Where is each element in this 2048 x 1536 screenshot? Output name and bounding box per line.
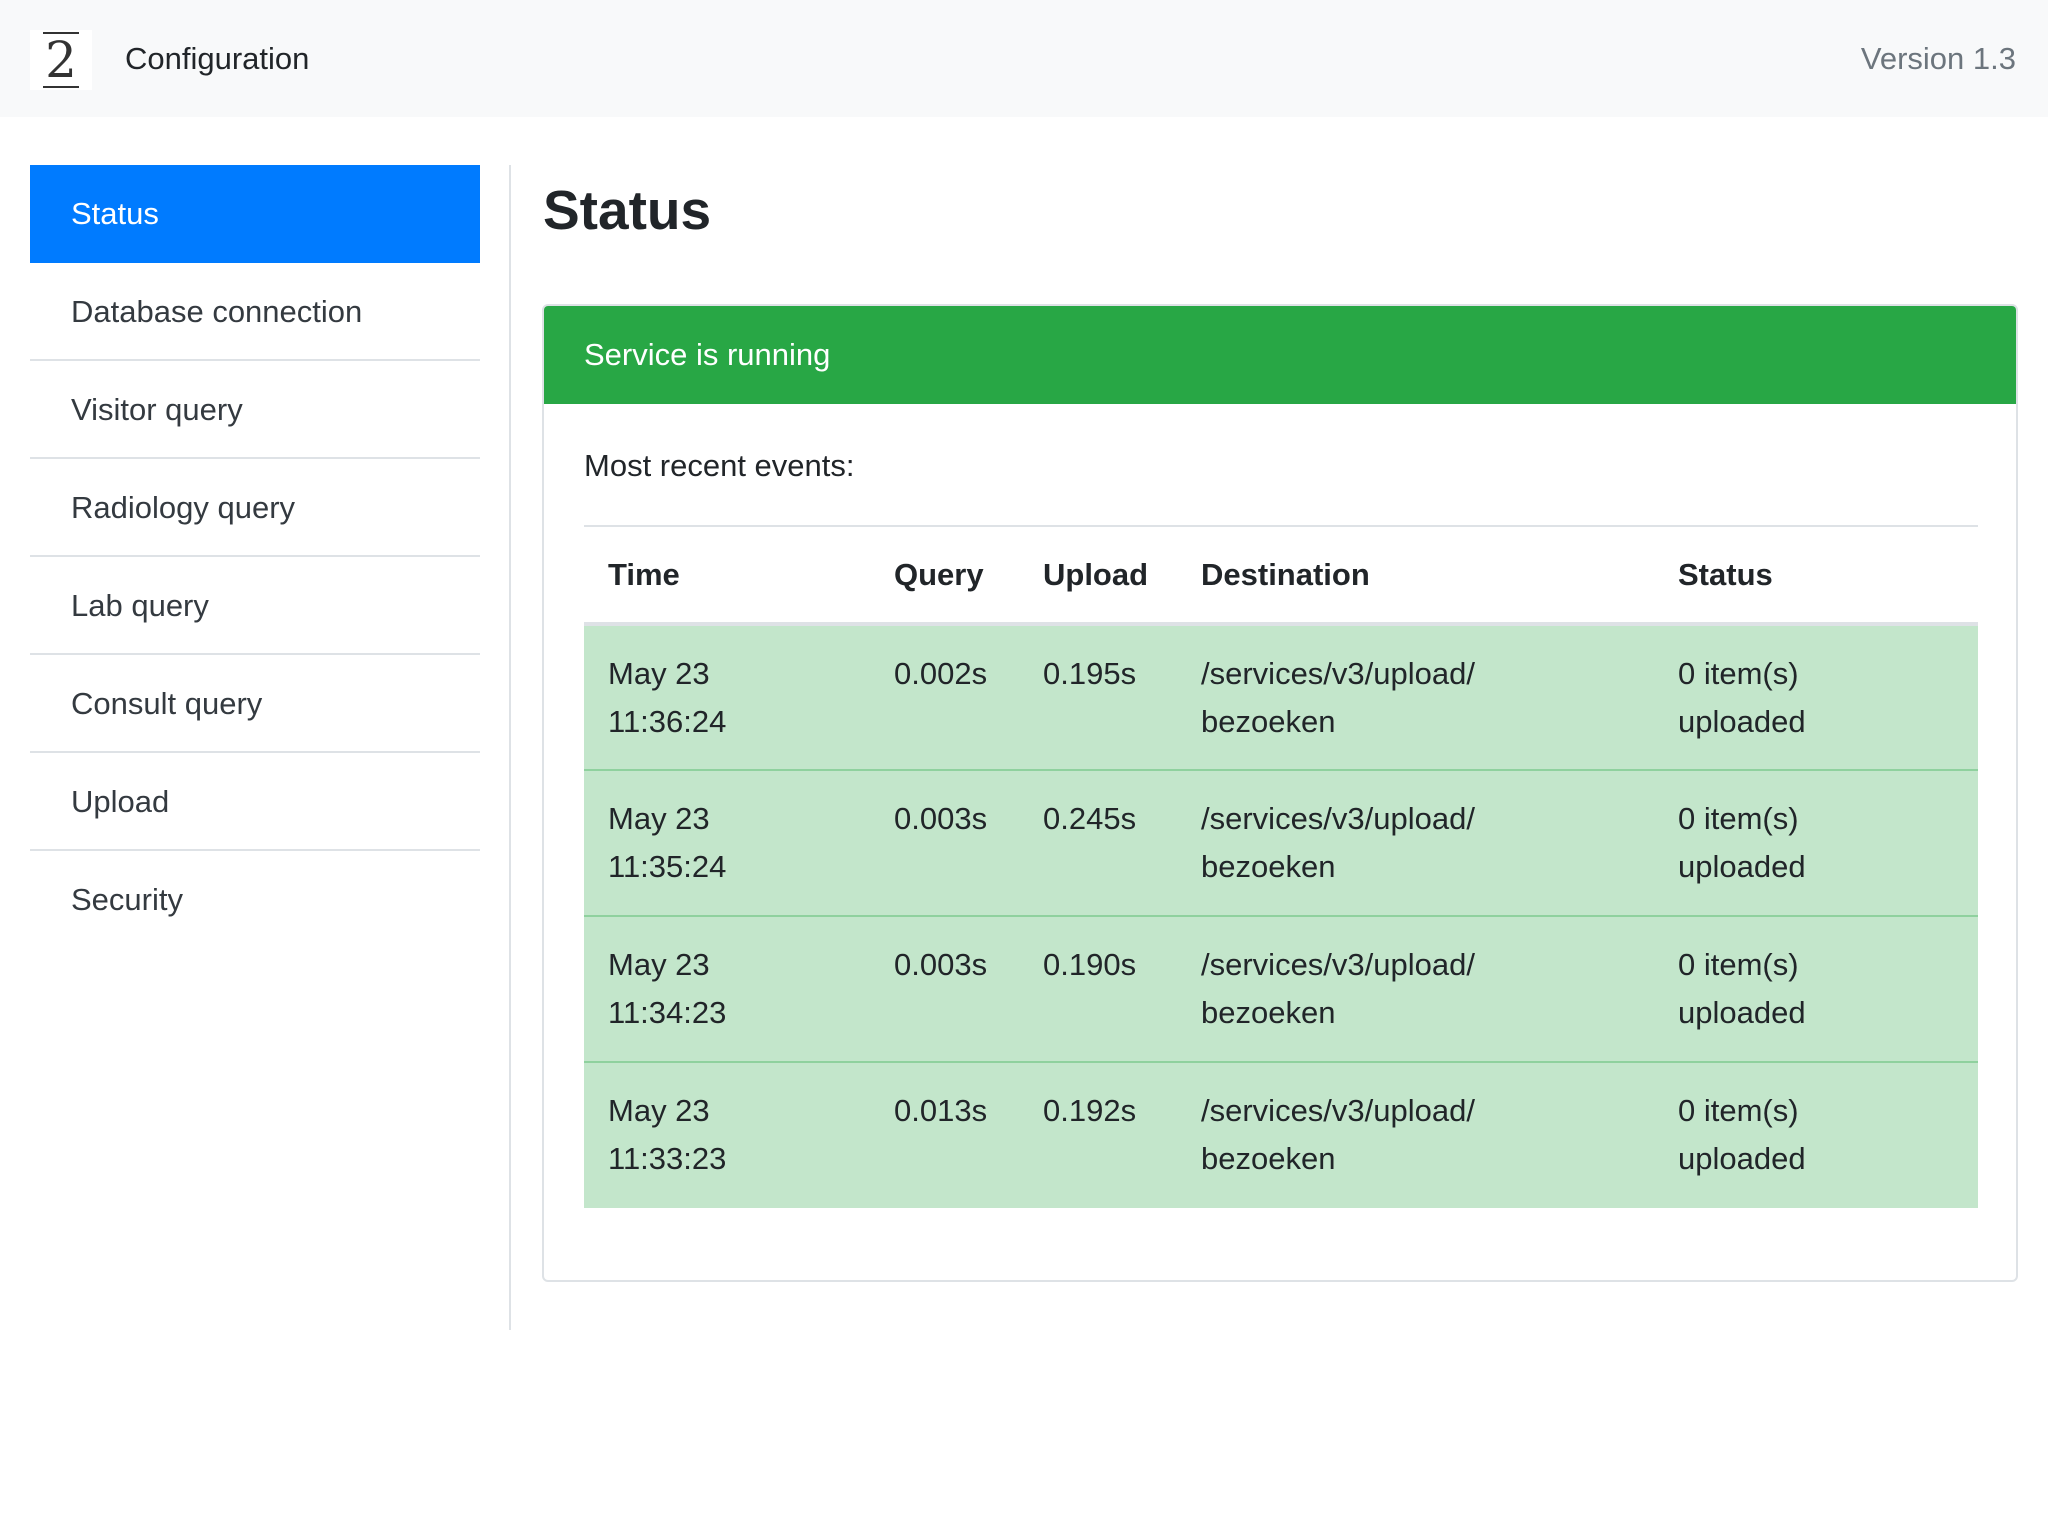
cell-time: May 23 11:33:23 [584,1062,870,1208]
cell-upload: 0.195s [1019,624,1177,771]
column-header-query: Query [870,525,1019,626]
cell-upload: 0.190s [1019,916,1177,1063]
cell-query: 0.002s [870,624,1019,771]
sidebar-item-security[interactable]: Security [30,851,480,949]
table-row: May 23 11:35:24 0.003s 0.245s /services/v… [584,770,1978,917]
cell-upload: 0.192s [1019,1062,1177,1208]
top-navbar: 2 Configuration Version 1.3 [0,0,2048,117]
events-table: Time Query Upload Destination Status May… [584,525,1978,1208]
sidebar-item-upload[interactable]: Upload [30,753,480,851]
cell-status: 0 item(s) uploaded [1654,624,1978,771]
sidebar-item-visitor-query[interactable]: Visitor query [30,361,480,459]
sidebar-nav: Status Database connection Visitor query… [30,165,480,949]
app-title[interactable]: Configuration [125,0,309,117]
cell-time: May 23 11:35:24 [584,770,870,917]
cell-destination: /services/v3/upload/bezoeken [1177,770,1654,917]
sidebar-item-consult-query[interactable]: Consult query [30,655,480,753]
table-header-row: Time Query Upload Destination Status [584,525,1978,626]
cell-time: May 23 11:34:23 [584,916,870,1063]
cell-query: 0.013s [870,1062,1019,1208]
status-card: Service is running Most recent events: T… [542,304,2018,1282]
table-row: May 23 11:33:23 0.013s 0.192s /services/v… [584,1062,1978,1208]
sidebar-divider [509,165,511,1330]
column-header-upload: Upload [1019,525,1177,626]
service-status-banner: Service is running [544,306,2016,404]
cell-time: May 23 11:36:24 [584,624,870,771]
cell-destination: /services/v3/upload/bezoeken [1177,916,1654,1063]
cell-destination: /services/v3/upload/bezoeken [1177,624,1654,771]
recent-events-label: Most recent events: [584,448,855,483]
cell-status: 0 item(s) uploaded [1654,1062,1978,1208]
sidebar-item-status[interactable]: Status [30,165,480,263]
column-header-status: Status [1654,525,1978,626]
table-row: May 23 11:36:24 0.002s 0.195s /services/v… [584,624,1978,771]
sidebar-item-radiology-query[interactable]: Radiology query [30,459,480,557]
cell-status: 0 item(s) uploaded [1654,770,1978,917]
cell-upload: 0.245s [1019,770,1177,917]
column-header-destination: Destination [1177,525,1654,626]
cell-query: 0.003s [870,916,1019,1063]
sidebar-item-lab-query[interactable]: Lab query [30,557,480,655]
column-header-time: Time [584,525,870,626]
version-label: Version 1.3 [1860,41,2016,76]
table-row: May 23 11:34:23 0.003s 0.190s /services/v… [584,916,1978,1063]
app-logo-icon[interactable]: 2 [30,30,92,90]
cell-status: 0 item(s) uploaded [1654,916,1978,1063]
cell-destination: /services/v3/upload/bezoeken [1177,1062,1654,1208]
cell-query: 0.003s [870,770,1019,917]
page-title: Status [543,179,712,241]
sidebar-item-database-connection[interactable]: Database connection [30,263,480,361]
